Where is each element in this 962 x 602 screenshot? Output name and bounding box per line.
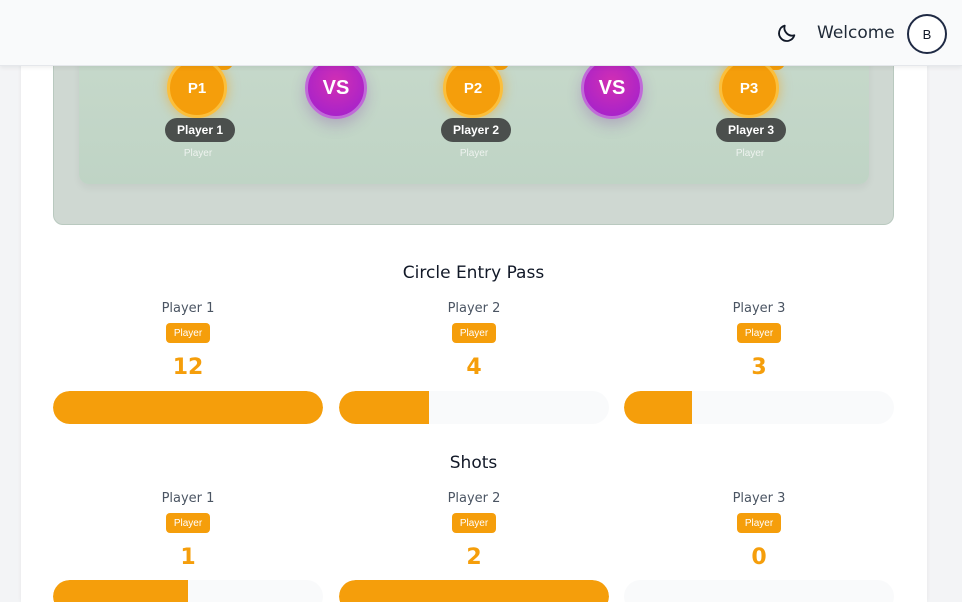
player-2-name-tag: Player 2 (441, 118, 512, 142)
vs-badge-1: VS (305, 57, 367, 119)
player-3-name-tag: Player 3 (716, 118, 787, 142)
player-3-avatar[interactable]: P3 (719, 58, 779, 118)
welcome-text: Welcome (817, 23, 895, 43)
stat-player-badge: Player (166, 513, 210, 533)
stat-player-name: Player 1 (161, 301, 215, 316)
stat-player-name: Player 1 (161, 491, 215, 506)
stat-value: 3 (751, 355, 767, 380)
stat-bar-fill (53, 580, 188, 602)
stat-player-badge: Player (737, 513, 781, 533)
stat-player-badge: Player (737, 323, 781, 343)
stat-bar (339, 391, 609, 424)
player-2-avatar[interactable]: P2 (443, 58, 503, 118)
section-title-circle-entry-pass: Circle Entry Pass (402, 263, 545, 283)
stat-bar-fill (624, 391, 692, 424)
stat-player-badge: Player (452, 513, 496, 533)
stat-bar (624, 391, 894, 424)
moon-icon[interactable] (776, 22, 798, 44)
stat-bar-fill (53, 391, 323, 424)
stat-player-name: Player 2 (447, 301, 501, 316)
stat-value: 0 (751, 545, 767, 570)
stat-value: 2 (466, 545, 482, 570)
stat-player-name: Player 3 (732, 301, 786, 316)
stat-player-name: Player 2 (447, 491, 501, 506)
avatar[interactable]: B (907, 14, 947, 54)
top-bar: Welcome B (0, 0, 962, 66)
vs-badge-2: VS (581, 57, 643, 119)
section-title-shots: Shots (449, 453, 498, 473)
player-2-role: Player (459, 148, 489, 159)
player-1-role: Player (183, 148, 213, 159)
player-1-avatar[interactable]: P1 (167, 58, 227, 118)
stat-player-badge: Player (452, 323, 496, 343)
stat-bar-fill (339, 580, 609, 602)
stat-value: 4 (466, 355, 482, 380)
stat-value: 1 (180, 545, 196, 570)
stat-bar (53, 391, 323, 424)
stat-bar (53, 580, 323, 602)
stat-bar (339, 580, 609, 602)
stat-bar-fill (339, 391, 429, 424)
stat-bar (624, 580, 894, 602)
stat-value: 12 (172, 355, 204, 380)
player-3-role: Player (735, 148, 765, 159)
stat-player-name: Player 3 (732, 491, 786, 506)
player-1-name-tag: Player 1 (165, 118, 236, 142)
stat-player-badge: Player (166, 323, 210, 343)
